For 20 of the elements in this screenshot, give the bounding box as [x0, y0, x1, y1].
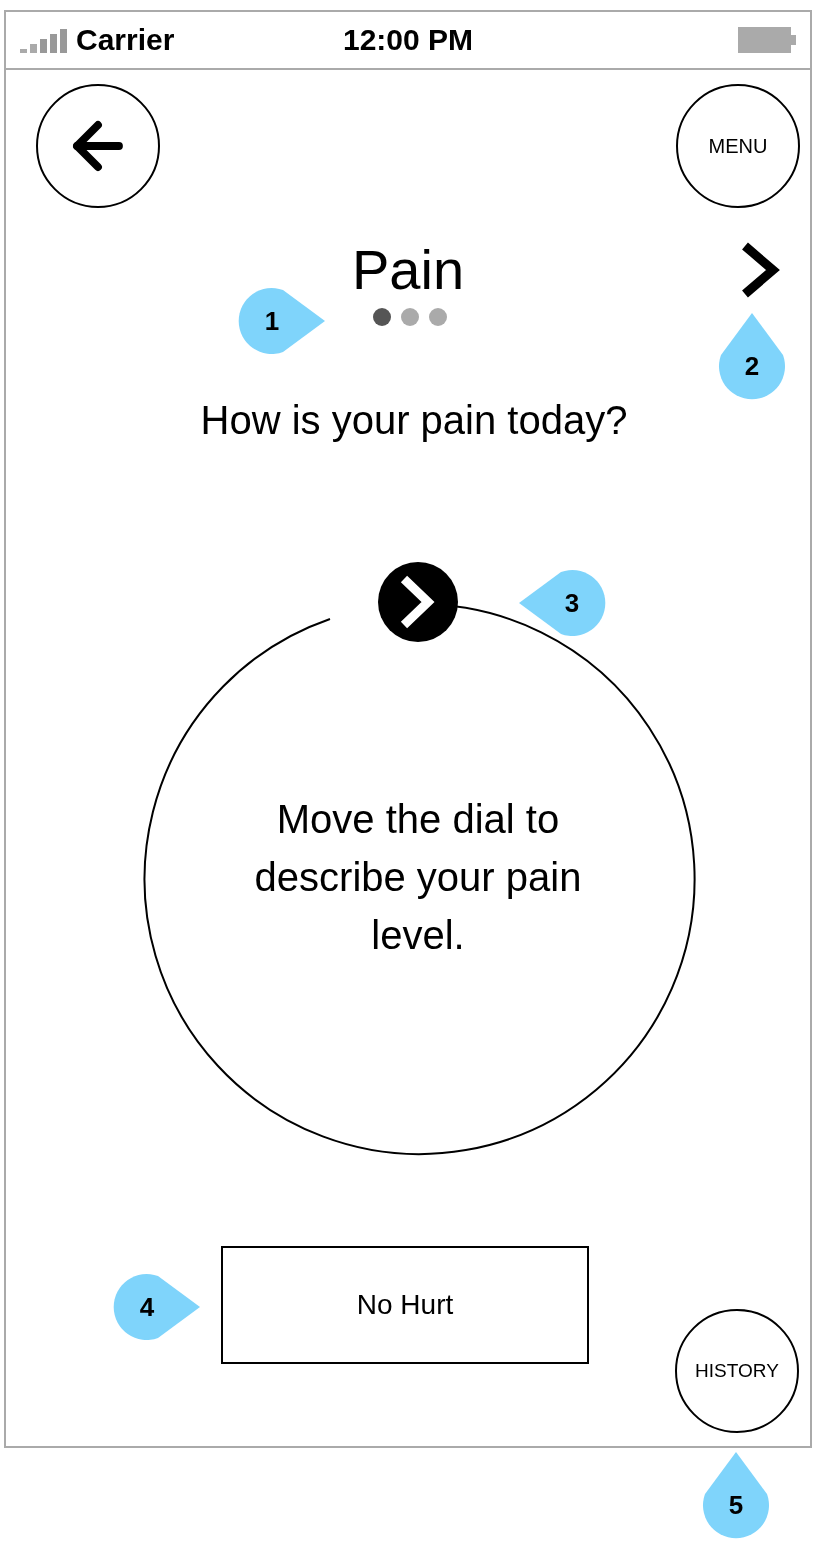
status-time: 12:00 PM [342, 23, 474, 57]
callout-number: 5 [727, 1490, 745, 1520]
page-dot[interactable] [429, 308, 447, 326]
callout-number: 1 [263, 306, 281, 336]
page-dot[interactable] [401, 308, 419, 326]
dial-knob[interactable] [378, 562, 458, 642]
page-title: Pain [351, 238, 465, 302]
callout-number: 4 [138, 1292, 156, 1322]
callout-number: 2 [743, 351, 761, 381]
callout-number: 3 [563, 588, 581, 618]
question-text: How is your pain today? [199, 397, 629, 444]
answer-button[interactable]: No Hurt [221, 1246, 589, 1364]
menu-button[interactable]: MENU [676, 84, 800, 208]
dial-instruction: Move the dial to describe your pain level. [253, 796, 583, 959]
signal-icon [20, 27, 68, 53]
next-chevron-icon[interactable] [740, 242, 780, 298]
carrier-name: Carrier [76, 23, 175, 57]
page-dot[interactable] [373, 308, 391, 326]
battery-icon [738, 27, 796, 53]
history-button[interactable]: HISTORY [675, 1309, 799, 1433]
